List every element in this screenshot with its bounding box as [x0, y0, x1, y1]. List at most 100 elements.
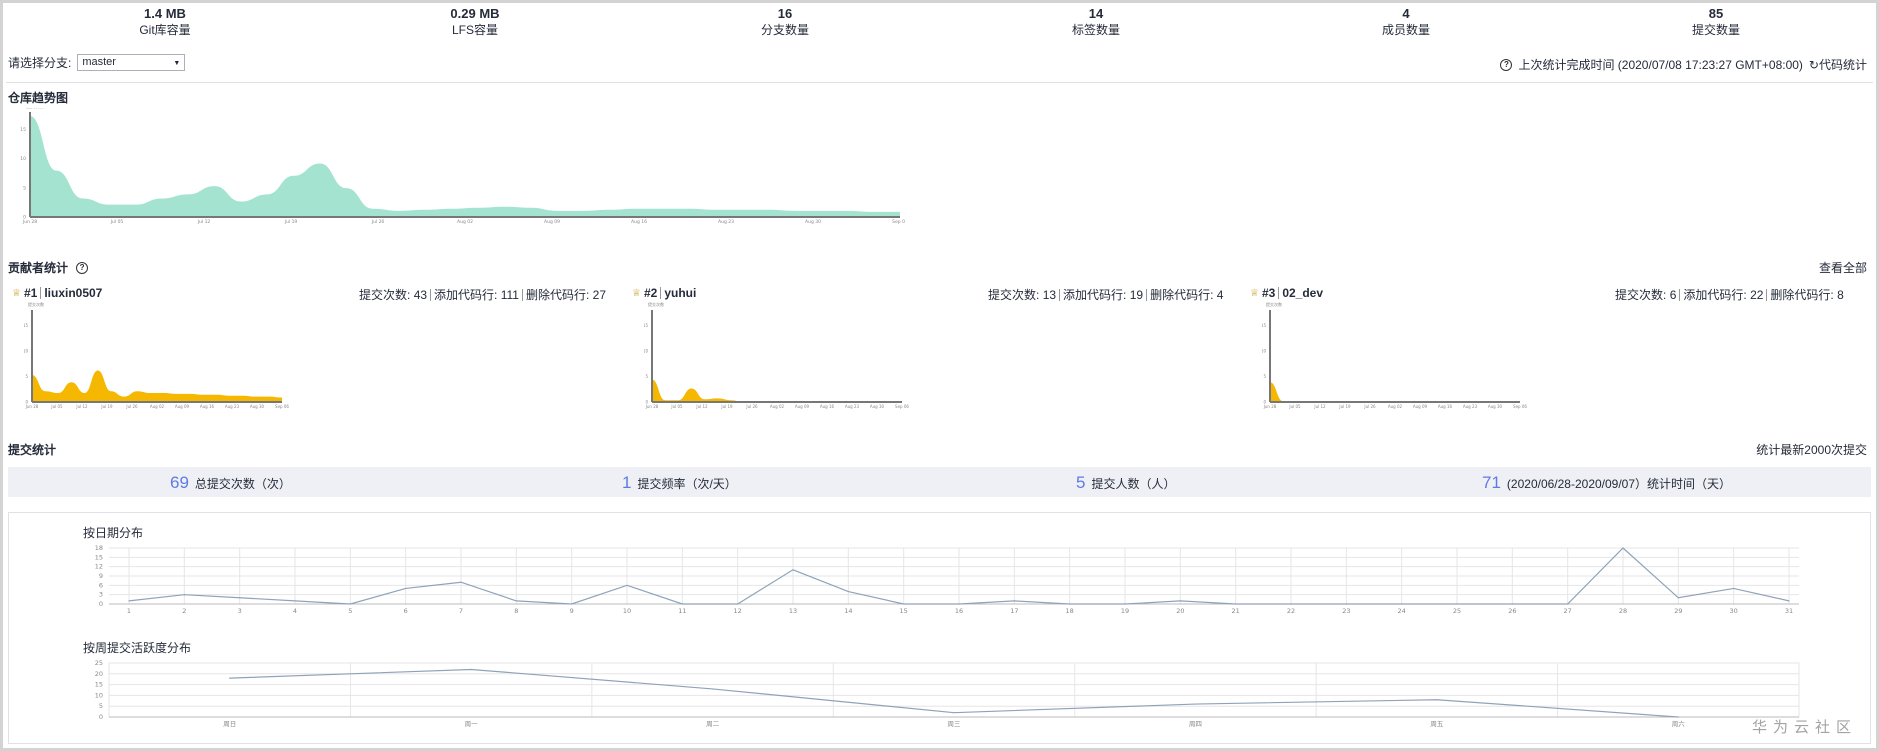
data-point [847, 590, 849, 593]
branch-selected-value: master [82, 56, 116, 68]
x-tick-label: Aug 16 [200, 404, 215, 409]
x-tick-label: 5 [348, 607, 352, 615]
data-point [1436, 699, 1438, 701]
x-tick-label: Jul 12 [1313, 404, 1326, 409]
x-tick-label: Jul 19 [1338, 404, 1351, 409]
x-tick-label: 9 [570, 607, 574, 615]
y-axis-title: 提交次数 [1266, 301, 1282, 307]
contributor-header: ♕ #3 02_dev [1250, 286, 1323, 300]
separator [40, 287, 42, 299]
x-tick-label: 周日 [223, 720, 236, 728]
commits-label: 提交次数: [1615, 288, 1667, 302]
commit-distribution-panel: 按日期分布 0 3 6 9 12 15 18 1 2 3 4 5 6 7 8 9 10 11 12 13 14 15 16 1… [8, 512, 1871, 744]
x-tick-label: Aug 23 [225, 404, 240, 409]
data-point [1788, 600, 1790, 602]
view-all-link[interactable]: 查看全部 [1819, 259, 1867, 276]
data-point [128, 600, 130, 602]
separator [660, 287, 662, 299]
last-stat-time: 上次统计完成时间 (2020/07/08 17:23:27 GMT+08:00) [1518, 58, 1803, 72]
stat-value: 1.4 MB [144, 6, 186, 21]
by-date-chart: 03691215181 2 3 4 5 6 7 8 9 10 11 12 13 14 15 16 17 18 19 2… [95, 544, 1799, 615]
y-tick-label: 0 [99, 600, 103, 608]
data-point [1677, 597, 1679, 599]
contributor-rank: #3 [1261, 286, 1276, 300]
contributors-title-row: 贡献者统计 ? [8, 259, 94, 276]
area-series [652, 379, 902, 402]
data-point [953, 712, 955, 714]
separator [521, 288, 523, 301]
x-tick-label: Sep 06 [275, 404, 289, 409]
added-label: 添加代码行: [434, 288, 498, 302]
contributor-name[interactable]: liuxin0507 [44, 286, 102, 300]
total-commits-label: 总提交次数（次） [194, 477, 291, 491]
y-tick-label: 25 [95, 659, 103, 667]
x-tick-label: Aug 02 [1388, 404, 1403, 409]
data-point [1124, 603, 1126, 605]
y-tick-label: 20 [95, 670, 103, 678]
area-series [32, 370, 282, 402]
data-point [1069, 603, 1071, 605]
y-tick-label: 15 [1262, 323, 1266, 328]
x-tick-label: 30 [1730, 607, 1738, 615]
data-point [571, 603, 573, 605]
commits-label: 提交次数: [988, 288, 1040, 302]
y-tick-label: 5 [645, 374, 648, 379]
data-point [1733, 587, 1735, 590]
x-tick-label: Aug 16 [631, 219, 647, 225]
refresh-stats-button[interactable]: ↻代码统计 [1809, 56, 1867, 73]
x-tick-label: Jul 19 [720, 404, 733, 409]
x-tick-label: 14 [844, 607, 852, 615]
commits-value: 13 [1042, 287, 1057, 302]
separator [1059, 288, 1061, 301]
help-icon[interactable]: ? [76, 261, 89, 274]
x-tick-label: Aug 09 [795, 404, 810, 409]
x-tick-label: 21 [1232, 607, 1240, 615]
x-tick-label: Jul 05 [670, 404, 683, 409]
stat-lfs-size: 0.29 MB LFS容量 [375, 6, 575, 38]
x-tick-label: 19 [1121, 607, 1129, 615]
contributor-header: ♕ #2 yuhui [632, 286, 696, 300]
y-axis-title: 提交次数 [28, 301, 44, 307]
series-line [229, 668, 1679, 718]
branch-select[interactable]: master ▼ [77, 54, 186, 71]
contributor-activity-chart: 提交次数051015Jun 28 Jul 05 Jul 12 Jul 19 Jul 26… [644, 301, 909, 409]
data-point [681, 603, 683, 605]
committer-count-label: 提交人数（人） [1091, 477, 1176, 491]
x-tick-label: Aug 09 [175, 404, 190, 409]
x-tick-label: 28 [1619, 607, 1627, 615]
x-tick-label: Aug 23 [1463, 404, 1478, 409]
data-point [1677, 716, 1679, 718]
by-week-chart: 0 5 10 15 20 25 周日 周一 周二 周三 周四 周五 周六 [95, 659, 1800, 728]
contributor-name[interactable]: yuhui [664, 286, 696, 300]
x-tick-label: Jul 19 [284, 219, 298, 225]
stat-label: Git库容量 [139, 23, 191, 37]
stat-commit-count: 85 提交数量 [1616, 6, 1816, 38]
x-tick-label: Jun 28 [22, 219, 37, 225]
x-tick-label: 8 [514, 607, 518, 615]
x-tick-label: Aug 23 [718, 219, 734, 225]
stat-value: 85 [1708, 6, 1724, 21]
y-tick-label: 5 [25, 374, 28, 379]
separator [1278, 287, 1280, 299]
watermark: 华为云社区 [1751, 719, 1857, 736]
y-tick-label: 15 [24, 323, 28, 328]
x-tick-label: Aug 30 [1488, 404, 1503, 409]
contributor-name[interactable]: 02_dev [1282, 286, 1323, 300]
refresh-icon: ↻ [1808, 58, 1819, 72]
commits-value: 43 [413, 287, 428, 302]
stat-label: 分支数量 [760, 23, 809, 37]
data-point [405, 587, 407, 590]
x-tick-label: Jul 26 [745, 404, 758, 409]
x-tick-label: Jul 12 [75, 404, 88, 409]
by-date-title: 按日期分布 [83, 526, 144, 540]
y-tick-label: 10 [20, 156, 26, 162]
x-tick-label: 18 [1066, 607, 1074, 615]
commits-label: 提交次数: [359, 288, 411, 302]
deleted-value: 8 [1837, 287, 1844, 302]
data-point [1345, 603, 1347, 605]
help-icon[interactable]: ? [1500, 58, 1513, 71]
x-tick-label: Aug 02 [770, 404, 785, 409]
data-point [626, 584, 628, 586]
contributor-card: ♕ #1 liuxin0507 提交次数: 43 添加代码行: 111 删除代码… [12, 286, 622, 426]
summary-stats: 1.4 MB Git库容量 0.29 MB LFS容量 16 分支数量 14 标… [0, 6, 1879, 40]
